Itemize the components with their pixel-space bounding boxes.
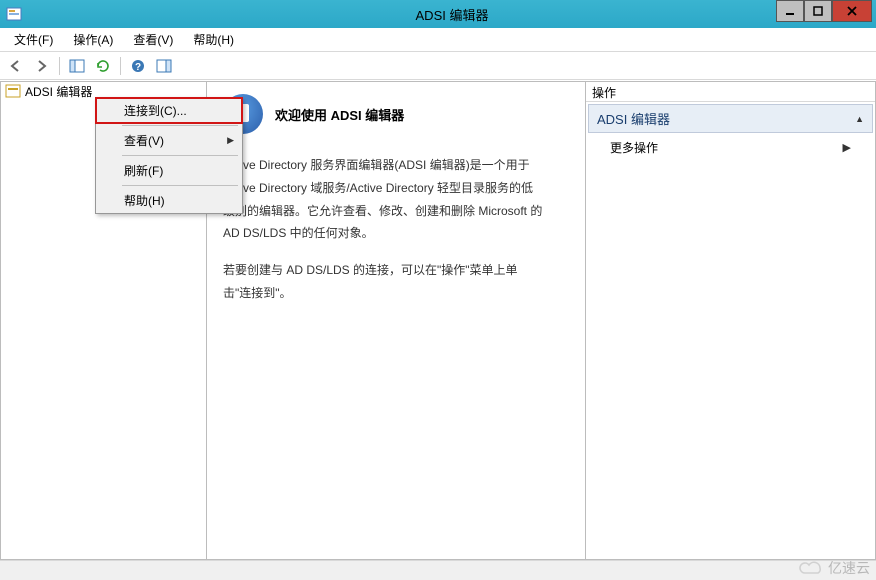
chevron-right-icon: ▶ [843, 141, 851, 154]
tree-root-label: ADSI 编辑器 [25, 83, 92, 100]
more-actions-label: 更多操作 [610, 139, 658, 156]
actions-pane-header: 操作 [586, 82, 875, 102]
welcome-header: 欢迎使用 ADSI 编辑器 [223, 94, 569, 134]
show-hide-action-pane-button[interactable] [152, 55, 176, 77]
adsi-editor-icon [5, 83, 21, 99]
menu-view[interactable]: 查看(V) [123, 29, 183, 50]
welcome-title: 欢迎使用 ADSI 编辑器 [275, 105, 404, 124]
menu-help[interactable]: 帮助(H) [183, 29, 244, 50]
collapse-icon: ▲ [855, 114, 864, 124]
maximize-button[interactable] [804, 0, 832, 22]
context-refresh[interactable]: 刷新(F) [96, 158, 242, 183]
menu-file[interactable]: 文件(F) [4, 29, 63, 50]
context-separator [122, 185, 238, 186]
context-separator [122, 155, 238, 156]
svg-text:?: ? [135, 62, 141, 73]
welcome-paragraph-2: 若要创建与 AD DS/LDS 的连接，可以在"操作"菜单上单击"连接到"。 [223, 259, 543, 305]
context-help[interactable]: 帮助(H) [96, 188, 242, 213]
title-bar: ADSI 编辑器 [0, 0, 876, 28]
forward-button[interactable] [30, 55, 54, 77]
status-bar [0, 560, 876, 580]
welcome-body: Active Directory 服务界面编辑器(ADSI 编辑器)是一个用于 … [223, 154, 543, 305]
details-pane: 欢迎使用 ADSI 编辑器 Active Directory 服务界面编辑器(A… [207, 81, 586, 560]
context-menu: 连接到(C)... 查看(V) 刷新(F) 帮助(H) [95, 97, 243, 214]
context-connect-to[interactable]: 连接到(C)... [96, 98, 242, 123]
context-view[interactable]: 查看(V) [96, 128, 242, 153]
back-button[interactable] [4, 55, 28, 77]
app-icon [0, 0, 28, 28]
refresh-button[interactable] [91, 55, 115, 77]
help-button[interactable]: ? [126, 55, 150, 77]
minimize-button[interactable] [776, 0, 804, 22]
actions-section-label: ADSI 编辑器 [597, 109, 670, 128]
show-hide-tree-button[interactable] [65, 55, 89, 77]
menu-action[interactable]: 操作(A) [63, 29, 123, 50]
window-title: ADSI 编辑器 [28, 5, 876, 24]
menu-bar: 文件(F) 操作(A) 查看(V) 帮助(H) [0, 28, 876, 52]
toolbar: ? [0, 52, 876, 80]
context-separator [122, 125, 238, 126]
actions-section-title[interactable]: ADSI 编辑器 ▲ [588, 104, 873, 133]
toolbar-separator [120, 57, 121, 75]
welcome-paragraph-1: Active Directory 服务界面编辑器(ADSI 编辑器)是一个用于 … [223, 154, 543, 245]
close-button[interactable] [832, 0, 872, 22]
toolbar-separator [59, 57, 60, 75]
actions-pane: 操作 ADSI 编辑器 ▲ 更多操作 ▶ [586, 81, 876, 560]
more-actions-link[interactable]: 更多操作 ▶ [586, 135, 875, 160]
window-controls [776, 0, 872, 22]
